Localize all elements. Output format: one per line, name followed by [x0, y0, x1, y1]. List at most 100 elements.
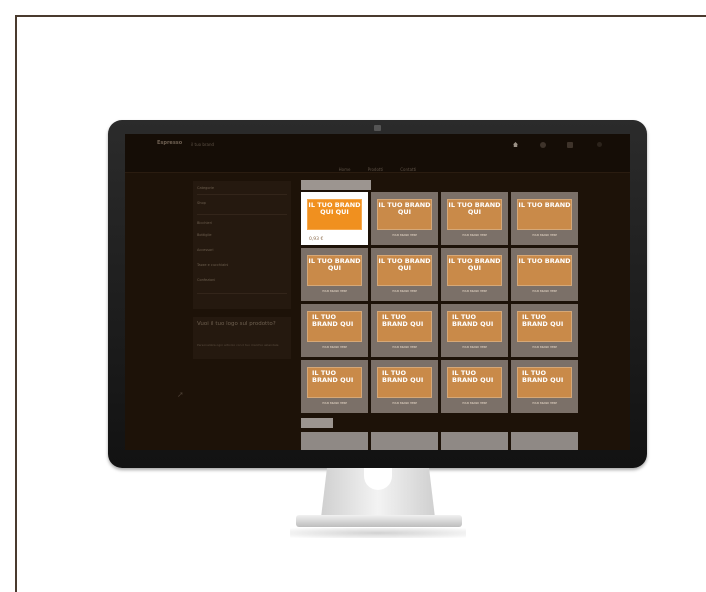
product-title: IL TUO BRAND QUI: [312, 369, 354, 384]
brand-badge: IL TUO BRAND QUI YOUR BRAND HERE: [447, 311, 502, 349]
product-subtitle: YOUR BRAND HERE: [531, 290, 558, 293]
product-subtitle: YOUR BRAND HERE: [321, 346, 348, 349]
brand-badge: IL TUO BRAND QUI YOUR BRAND HERE: [377, 367, 432, 405]
product-subtitle: YOUR BRAND HERE: [391, 234, 418, 237]
product-title: IL TUO BRAND: [518, 257, 571, 265]
menu-icon[interactable]: [597, 142, 602, 147]
product-tile[interactable]: IL TUO BRAND QUI YOUR BRAND HERE: [301, 304, 368, 357]
product-title: IL TUO BRAND: [518, 201, 571, 209]
product-tile[interactable]: IL TUO BRAND QUI YOUR BRAND HERE: [441, 192, 508, 245]
product-tile[interactable]: IL TUO BRAND QUI YOUR BRAND HERE: [301, 360, 368, 413]
product-subtitle: YOUR BRAND HERE: [391, 402, 418, 405]
user-icon[interactable]: [540, 142, 546, 148]
monitor-base: [296, 515, 462, 527]
product-subtitle: YOUR BRAND HERE: [321, 402, 348, 405]
product-title: IL TUO BRAND QUI QUI: [308, 201, 361, 216]
product-subtitle: YOUR BRAND HERE: [531, 346, 558, 349]
product-title: IL TUO BRAND QUI: [448, 257, 501, 272]
sidebar-item-boxes[interactable]: Confezioni: [197, 278, 215, 282]
product-title: IL TUO BRAND QUI: [452, 369, 494, 384]
sidebar-heading: Categorie: [197, 186, 215, 190]
product-tile[interactable]: IL TUO BRAND QUI YOUR BRAND HERE: [301, 248, 368, 301]
brand-badge: IL TUO BRAND QUI YOUR BRAND HERE: [447, 367, 502, 405]
product-tile[interactable]: IL TUO BRAND YOUR BRAND HERE: [511, 248, 578, 301]
product-tile-partial[interactable]: [441, 432, 508, 450]
product-tile[interactable]: IL TUO BRAND QUI QUI 0,93 €: [301, 192, 368, 245]
sidebar-divider: [197, 214, 287, 215]
brand-badge: IL TUO BRAND YOUR BRAND HERE: [517, 199, 572, 237]
sidebar-item-accessories[interactable]: Accessori: [197, 248, 214, 252]
arrow-icon[interactable]: ➚: [177, 390, 191, 400]
product-tile-partial[interactable]: [371, 432, 438, 450]
monitor-screen: Espresso il tuo brand Home Prodotti Cont…: [125, 134, 630, 450]
product-tile[interactable]: IL TUO BRAND QUI YOUR BRAND HERE: [441, 360, 508, 413]
product-tile[interactable]: IL TUO BRAND QUI YOUR BRAND HERE: [511, 304, 578, 357]
product-tile-partial[interactable]: [511, 432, 578, 450]
sidebar-item-shop[interactable]: Shop: [197, 201, 206, 205]
site-header: Espresso il tuo brand Home Prodotti Cont…: [125, 134, 630, 172]
product-title: IL TUO BRAND QUI: [382, 313, 424, 328]
brand-badge: IL TUO BRAND QUI YOUR BRAND HERE: [447, 199, 502, 237]
promo-title: Vuoi il tuo logo sul prodotto?: [197, 321, 276, 327]
brand-badge: IL TUO BRAND QUI YOUR BRAND HERE: [307, 367, 362, 405]
frame-top-line: [15, 15, 706, 17]
product-tile[interactable]: IL TUO BRAND QUI YOUR BRAND HERE: [371, 248, 438, 301]
product-title: IL TUO BRAND QUI: [308, 257, 361, 272]
product-title: IL TUO BRAND QUI: [452, 313, 494, 328]
product-subtitle: YOUR BRAND HERE: [391, 346, 418, 349]
product-subtitle: YOUR BRAND HERE: [461, 402, 488, 405]
brand-badge: IL TUO BRAND QUI YOUR BRAND HERE: [307, 255, 362, 293]
section-heading-bar-2: [301, 418, 333, 428]
product-subtitle: YOUR BRAND HERE: [531, 234, 558, 237]
brand-badge: IL TUO BRAND YOUR BRAND HERE: [517, 255, 572, 293]
product-tile[interactable]: IL TUO BRAND QUI YOUR BRAND HERE: [371, 360, 438, 413]
section-heading-bar: [301, 180, 371, 190]
product-title: IL TUO BRAND QUI: [448, 201, 501, 216]
product-tile[interactable]: IL TUO BRAND QUI YOUR BRAND HERE: [441, 248, 508, 301]
product-subtitle: YOUR BRAND HERE: [461, 290, 488, 293]
monitor: Espresso il tuo brand Home Prodotti Cont…: [108, 120, 647, 468]
sidebar-divider: [197, 293, 287, 294]
product-subtitle: YOUR BRAND HERE: [461, 346, 488, 349]
promo-box[interactable]: Vuoi il tuo logo sul prodotto? Personali…: [193, 317, 291, 359]
product-tile-partial[interactable]: [301, 432, 368, 450]
product-title: IL TUO BRAND QUI: [378, 201, 431, 216]
brand-badge: IL TUO BRAND QUI YOUR BRAND HERE: [517, 311, 572, 349]
product-grid: IL TUO BRAND QUI QUI 0,93 € IL TUO BRAND Q…: [301, 192, 580, 414]
sidebar-item-glasses[interactable]: Bicchieri: [197, 221, 212, 225]
product-tile[interactable]: IL TUO BRAND QUI YOUR BRAND HERE: [371, 192, 438, 245]
product-subtitle: YOUR BRAND HERE: [391, 290, 418, 293]
product-subtitle: YOUR BRAND HERE: [531, 402, 558, 405]
product-title: IL TUO BRAND QUI: [382, 369, 424, 384]
product-title: IL TUO BRAND QUI: [522, 369, 564, 384]
product-title: IL TUO BRAND QUI: [522, 313, 564, 328]
sidebar-divider: [197, 194, 287, 195]
brand-badge: IL TUO BRAND QUI YOUR BRAND HERE: [447, 255, 502, 293]
home-icon[interactable]: [513, 142, 518, 147]
product-subtitle: YOUR BRAND HERE: [461, 234, 488, 237]
brand-badge: IL TUO BRAND QUI YOUR BRAND HERE: [377, 255, 432, 293]
product-title: IL TUO BRAND QUI: [312, 313, 354, 328]
product-price: 0,93 €: [309, 237, 324, 242]
product-title: IL TUO BRAND QUI: [378, 257, 431, 272]
product-tile[interactable]: IL TUO BRAND QUI YOUR BRAND HERE: [511, 360, 578, 413]
promo-description: Personalizza ogni articolo con il tuo ma…: [197, 343, 279, 347]
sidebar-item-bottles[interactable]: Bottiglie: [197, 233, 212, 237]
brand-badge: IL TUO BRAND QUI YOUR BRAND HERE: [517, 367, 572, 405]
site-logo[interactable]: Espresso: [157, 140, 182, 146]
site-tagline: il tuo brand: [191, 142, 215, 147]
header-divider: [125, 172, 630, 173]
brand-badge: IL TUO BRAND QUI YOUR BRAND HERE: [377, 311, 432, 349]
cart-icon[interactable]: [567, 142, 573, 148]
brand-badge: IL TUO BRAND QUI YOUR BRAND HERE: [377, 199, 432, 237]
frame-left-line: [15, 15, 17, 592]
brand-badge: IL TUO BRAND QUI YOUR BRAND HERE: [307, 311, 362, 349]
product-tile[interactable]: IL TUO BRAND YOUR BRAND HERE: [511, 192, 578, 245]
sidebar-item-cups[interactable]: Tazze e cucchiaini: [197, 263, 228, 267]
product-tile[interactable]: IL TUO BRAND QUI YOUR BRAND HERE: [371, 304, 438, 357]
monitor-base-shadow: [290, 528, 466, 538]
brand-badge: IL TUO BRAND QUI QUI: [307, 199, 362, 230]
sidebar-filters: Categorie Shop Bicchieri Bottiglie Acces…: [193, 181, 291, 309]
camera-icon: [374, 125, 381, 131]
product-tile[interactable]: IL TUO BRAND QUI YOUR BRAND HERE: [441, 304, 508, 357]
